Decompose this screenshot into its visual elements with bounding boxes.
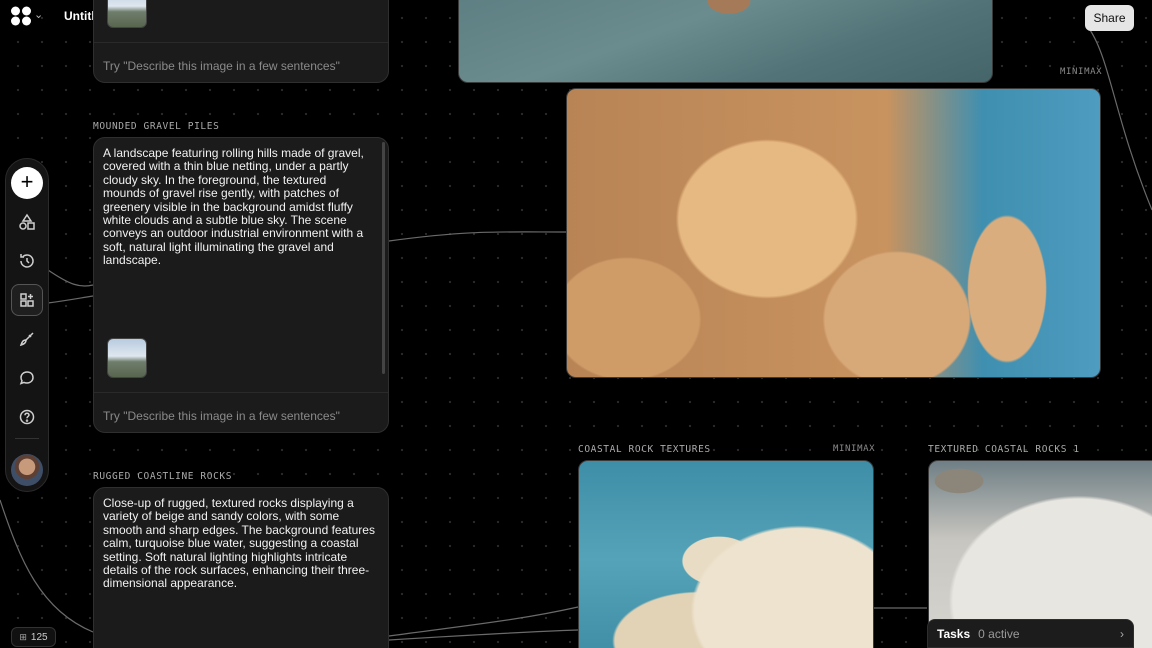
assets-button[interactable]: [11, 284, 43, 316]
model-tag: MINIMAX: [833, 444, 875, 454]
brush-button[interactable]: [11, 323, 43, 355]
thumbnail-image[interactable]: [107, 338, 147, 378]
chevron-right-icon[interactable]: ›: [1120, 627, 1124, 641]
logo-icon[interactable]: [10, 6, 32, 26]
node-label-coastline: RUGGED COASTLINE ROCKS: [93, 471, 232, 482]
card-divider: [94, 392, 388, 393]
chat-icon: [18, 369, 36, 387]
prompt-text-coastline[interactable]: Close-up of rugged, textured rocks displ…: [103, 497, 379, 591]
node-label-gravel: MOUNDED GRAVEL PILES: [93, 121, 219, 132]
toolbar-divider: [15, 438, 39, 439]
tasks-count: 0 active: [978, 627, 1019, 641]
prompt-hint[interactable]: Try "Describe this image in a few senten…: [103, 409, 340, 423]
image-node-rocks[interactable]: [566, 88, 1101, 378]
assets-icon: [18, 291, 36, 309]
help-icon: [18, 408, 36, 426]
history-icon: [18, 252, 36, 270]
node-label-coastal-textures: COASTAL ROCK TEXTURES: [578, 444, 711, 455]
prompt-hint[interactable]: Try "Describe this image in a few senten…: [103, 59, 340, 73]
add-node-button[interactable]: +: [11, 167, 43, 199]
node-label-textured-rocks: TEXTURED COASTAL ROCKS 1: [928, 444, 1080, 455]
image-node-gravel[interactable]: [458, 0, 993, 83]
history-button[interactable]: [11, 245, 43, 277]
thumbnail-image[interactable]: [107, 0, 147, 28]
help-button[interactable]: [11, 401, 43, 433]
brush-icon: [18, 330, 36, 348]
credits-icon: ⊞: [19, 632, 27, 643]
prompt-text-gravel[interactable]: A landscape featuring rolling hills made…: [103, 147, 371, 268]
avatar[interactable]: [11, 454, 43, 486]
shapes-icon: [18, 213, 36, 231]
scrollbar[interactable]: [382, 142, 385, 374]
tasks-panel[interactable]: Tasks 0 active ›: [927, 619, 1134, 648]
chat-button[interactable]: [11, 362, 43, 394]
image-node-coastal-textures[interactable]: [578, 460, 874, 648]
chevron-down-icon[interactable]: ⌄: [34, 8, 43, 21]
shapes-button[interactable]: [11, 206, 43, 238]
credits-counter[interactable]: ⊞ 125: [11, 627, 56, 647]
share-button[interactable]: Share: [1085, 5, 1134, 31]
tasks-label: Tasks: [937, 627, 970, 641]
model-tag: MINIMAX: [1060, 67, 1102, 77]
credits-value: 125: [31, 632, 48, 643]
card-divider: [94, 42, 388, 43]
